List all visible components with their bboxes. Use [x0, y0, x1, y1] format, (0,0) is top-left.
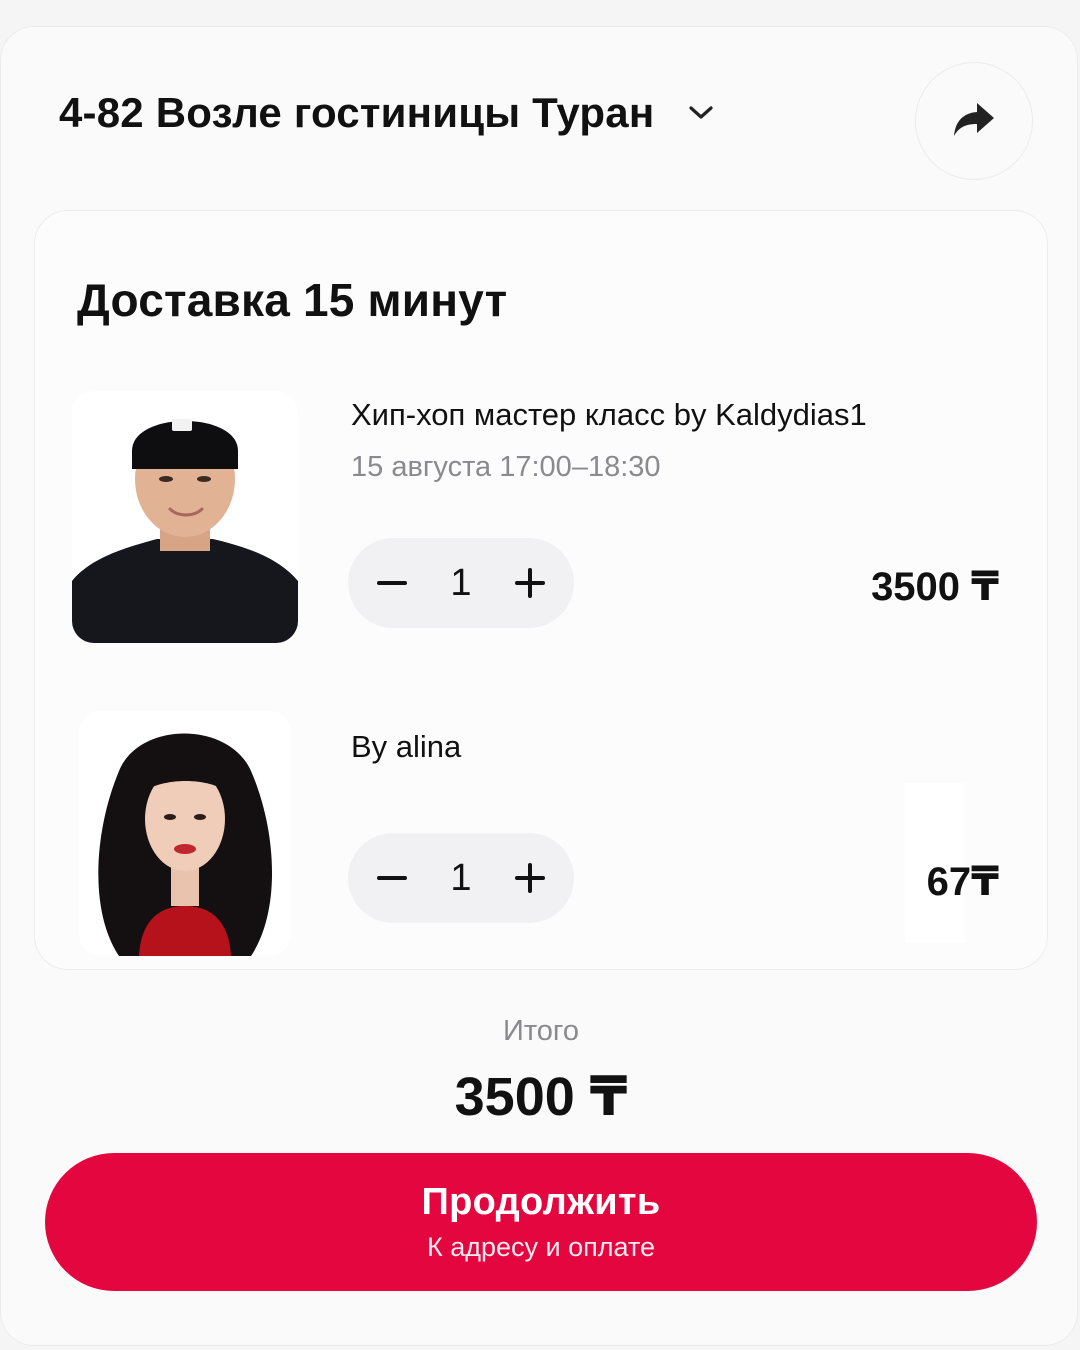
quantity-value-2: 1 — [450, 856, 472, 899]
chevron-down-icon[interactable] — [688, 100, 714, 126]
address-text: 4-82 Возле гостиницы Туран — [59, 89, 655, 136]
item-image-2 — [79, 711, 291, 956]
continue-button-sublabel: К адресу и оплате — [426, 1232, 655, 1262]
minus-icon[interactable] — [372, 858, 412, 898]
continue-button-label: Продолжить — [421, 1181, 661, 1223]
share-icon — [950, 99, 998, 144]
avatar-woman-curly-hair-icon — [79, 711, 291, 956]
quantity-value-1: 1 — [450, 561, 472, 604]
total-label: Итого — [503, 1015, 579, 1047]
cart-sheet: 4-82 Возле гостиницы Туран Доставка 15 м… — [0, 26, 1078, 1346]
total-value: 3500 ₸ — [454, 1067, 628, 1127]
item-price-2: 67₸ — [926, 860, 999, 904]
delivery-card: Доставка 15 минут Хип-хоп мастер класс b… — [34, 210, 1048, 970]
delivery-title: Доставка 15 минут — [77, 274, 508, 326]
continue-button[interactable]: Продолжить К адресу и оплате — [45, 1153, 1037, 1291]
minus-icon[interactable] — [372, 563, 412, 603]
quantity-stepper-1: 1 — [348, 538, 574, 628]
avatar-man-cap-icon — [72, 391, 298, 643]
address-selector[interactable]: 4-82 Возле гостиницы Туран — [59, 89, 714, 137]
item-price-1: 3500 ₸ — [871, 565, 999, 609]
plus-icon[interactable] — [510, 858, 550, 898]
item-subtitle-1: 15 августа 17:00–18:30 — [351, 451, 661, 483]
item-title-2: By alina — [351, 729, 462, 764]
quantity-stepper-2: 1 — [348, 833, 574, 923]
item-title-1: Хип-хоп мастер класс by Kaldydias1 — [351, 397, 867, 432]
plus-icon[interactable] — [510, 563, 550, 603]
share-button[interactable] — [915, 62, 1033, 180]
item-image-1 — [72, 391, 298, 643]
